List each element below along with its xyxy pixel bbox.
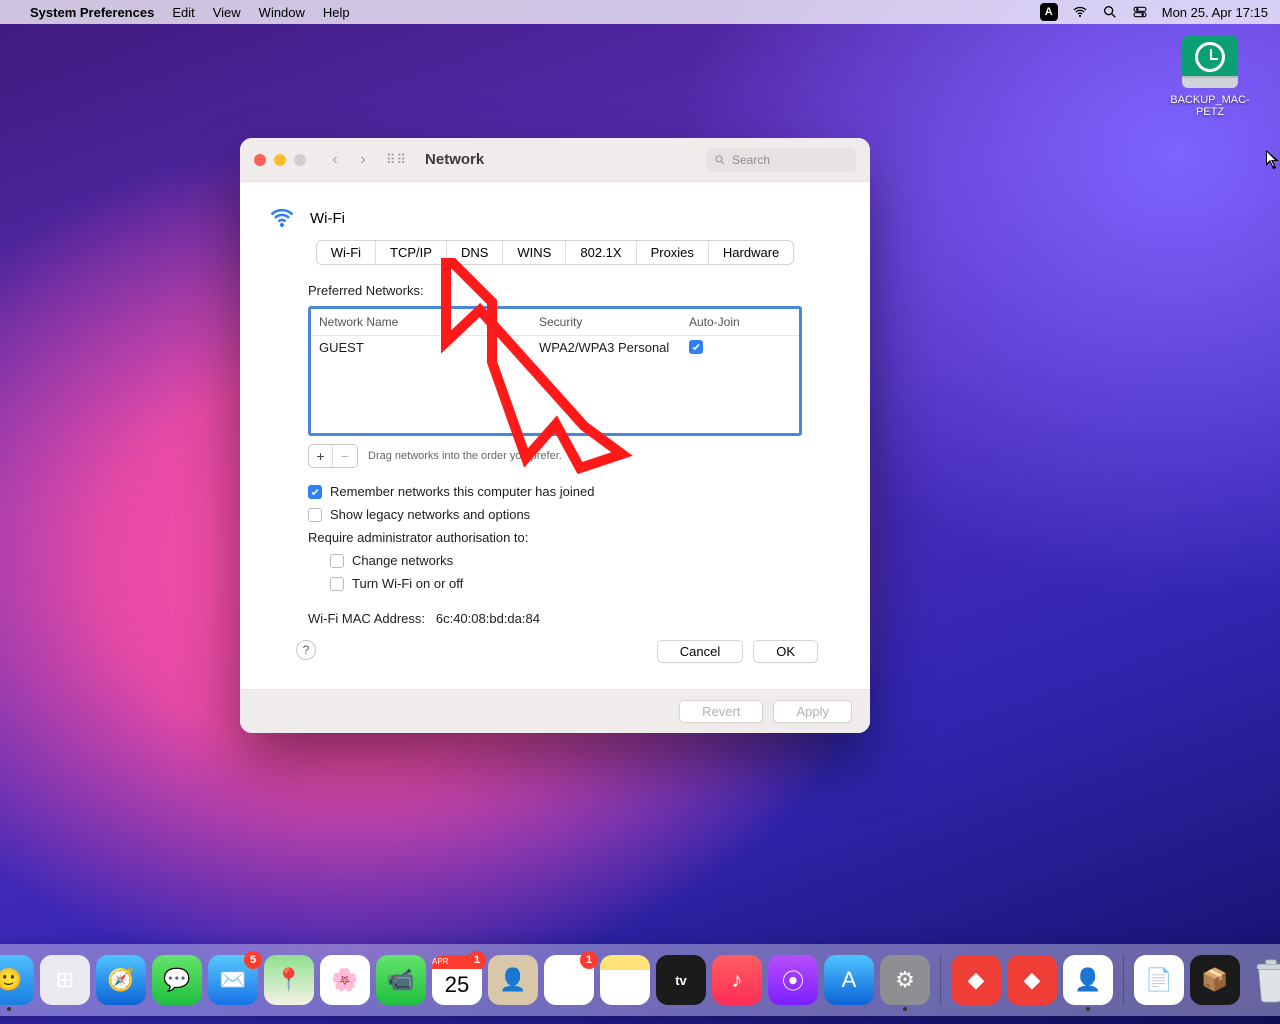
show-legacy-label: Show legacy networks and options: [330, 507, 530, 522]
search-placeholder: Search: [732, 153, 770, 167]
dock-tv[interactable]: tv: [656, 955, 706, 1005]
dock-maps[interactable]: 📍: [264, 955, 314, 1005]
menu-view[interactable]: View: [213, 5, 241, 20]
cell-network-name: GUEST: [319, 340, 539, 355]
dock-photos[interactable]: 🌸: [320, 955, 370, 1005]
remember-networks-label: Remember networks this computer has join…: [330, 484, 594, 499]
panel-heading: Wi-Fi: [310, 210, 345, 227]
mouse-cursor-icon: [1266, 150, 1280, 172]
dock-pkg[interactable]: 📦: [1190, 955, 1240, 1005]
column-autojoin[interactable]: Auto-Join: [689, 315, 791, 329]
tab-hardware[interactable]: Hardware: [709, 241, 793, 264]
tab-wins[interactable]: WINS: [503, 241, 566, 264]
tab-8021x[interactable]: 802.1X: [566, 241, 636, 264]
window-minimize-button[interactable]: [274, 154, 286, 166]
dock-separator: [940, 956, 941, 1004]
wifi-status-icon[interactable]: [1072, 4, 1088, 20]
auth-wifi-power-checkbox[interactable]: [330, 577, 344, 591]
auth-change-networks-label: Change networks: [352, 553, 453, 568]
preferred-networks-label: Preferred Networks:: [308, 283, 802, 298]
dock-anydesk2[interactable]: ◆: [1007, 955, 1057, 1005]
control-center-icon[interactable]: [1132, 4, 1148, 20]
dock-messages[interactable]: 💬: [152, 955, 202, 1005]
menubar: System Preferences Edit View Window Help…: [0, 0, 1280, 24]
autojoin-checkbox[interactable]: [689, 340, 703, 354]
nav-forward-button: ›: [352, 151, 374, 169]
dock-mail[interactable]: ✉️5: [208, 955, 258, 1005]
input-source-icon[interactable]: A: [1040, 3, 1058, 21]
desktop-disk-label: BACKUP_MAC-PETZ: [1164, 94, 1256, 118]
column-security[interactable]: Security: [539, 315, 689, 329]
dock: 🙂⊞🧭💬✉️5📍🌸📹APR251👤☰1tv♪⦿A⚙︎◆◆👤📄📦: [0, 944, 1280, 1016]
column-network-name[interactable]: Network Name: [319, 315, 539, 329]
menu-edit[interactable]: Edit: [172, 5, 194, 20]
spotlight-icon[interactable]: [1102, 4, 1118, 20]
dock-calendar[interactable]: APR251: [432, 955, 482, 1005]
dock-separator: [1123, 956, 1124, 1004]
dock-preferences[interactable]: ⚙︎: [880, 955, 930, 1005]
dock-music[interactable]: ♪: [712, 955, 762, 1005]
dock-notes[interactable]: [600, 955, 650, 1005]
tab-tcpip[interactable]: TCP/IP: [376, 241, 447, 264]
nav-back-button[interactable]: ‹: [324, 151, 346, 169]
table-row[interactable]: GUEST WPA2/WPA3 Personal: [311, 336, 799, 359]
apply-button: Apply: [773, 700, 852, 723]
desktop-disk-backup[interactable]: BACKUP_MAC-PETZ: [1164, 36, 1256, 118]
dock-safari[interactable]: 🧭: [96, 955, 146, 1005]
show-all-button[interactable]: ⠿⠿: [386, 152, 407, 168]
search-icon: [714, 154, 726, 166]
tab-bar: Wi-Fi TCP/IP DNS WINS 802.1X Proxies Har…: [316, 240, 795, 265]
menu-window[interactable]: Window: [259, 5, 305, 20]
window-zoom-button: [294, 154, 306, 166]
menubar-clock[interactable]: Mon 25. Apr 17:15: [1162, 5, 1268, 20]
mac-address-value: 6c:40:08:bd:da:84: [436, 611, 540, 626]
remove-network-button: −: [333, 445, 357, 467]
cancel-button[interactable]: Cancel: [657, 640, 743, 663]
show-legacy-checkbox[interactable]: [308, 508, 322, 522]
preferences-window: ‹ › ⠿⠿ Network Search Wi-Fi Wi-Fi TCP/IP…: [240, 138, 870, 733]
require-auth-label: Require administrator authorisation to:: [308, 530, 802, 545]
tab-proxies[interactable]: Proxies: [637, 241, 709, 264]
dock-anydesk[interactable]: ◆: [951, 955, 1001, 1005]
dock-trash[interactable]: [1246, 955, 1280, 1005]
window-title: Network: [425, 151, 484, 168]
window-close-button[interactable]: [254, 154, 266, 166]
remember-networks-checkbox[interactable]: [308, 485, 322, 499]
tab-wifi[interactable]: Wi-Fi: [317, 241, 376, 264]
time-machine-disk-icon: [1182, 36, 1238, 88]
menu-help[interactable]: Help: [323, 5, 350, 20]
mac-address-label: Wi-Fi MAC Address:: [308, 611, 425, 626]
dock-contacts[interactable]: 👤: [488, 955, 538, 1005]
auth-change-networks-checkbox[interactable]: [330, 554, 344, 568]
add-network-button[interactable]: +: [309, 445, 333, 467]
auth-wifi-power-label: Turn Wi-Fi on or off: [352, 576, 463, 591]
dock-podcasts[interactable]: ⦿: [768, 955, 818, 1005]
search-input[interactable]: Search: [706, 148, 856, 172]
dock-finder[interactable]: 🙂: [0, 955, 34, 1005]
dock-appstore[interactable]: A: [824, 955, 874, 1005]
dock-reminders[interactable]: ☰1: [544, 955, 594, 1005]
dock-textdoc[interactable]: 📄: [1134, 955, 1184, 1005]
dock-facetime[interactable]: 📹: [376, 955, 426, 1005]
preferred-networks-table[interactable]: Network Name Security Auto-Join GUEST WP…: [308, 306, 802, 436]
help-button[interactable]: ?: [296, 640, 316, 660]
ok-button[interactable]: OK: [753, 640, 818, 663]
revert-button: Revert: [679, 700, 763, 723]
drag-hint: Drag networks into the order you prefer.: [368, 450, 562, 462]
wifi-icon: [268, 204, 296, 232]
menubar-app-name[interactable]: System Preferences: [30, 5, 154, 20]
dock-user[interactable]: 👤: [1063, 955, 1113, 1005]
cell-security: WPA2/WPA3 Personal: [539, 340, 689, 355]
window-titlebar[interactable]: ‹ › ⠿⠿ Network Search: [240, 138, 870, 182]
tab-dns[interactable]: DNS: [447, 241, 503, 264]
dock-launchpad[interactable]: ⊞: [40, 955, 90, 1005]
